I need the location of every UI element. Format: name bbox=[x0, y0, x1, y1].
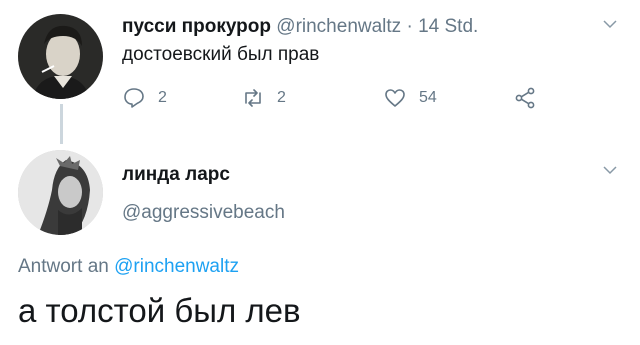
reply-button[interactable]: 2 bbox=[122, 86, 167, 110]
author-name[interactable]: пусси прокурор bbox=[122, 16, 271, 37]
share-button[interactable] bbox=[513, 86, 549, 110]
like-button[interactable]: 54 bbox=[383, 86, 437, 110]
retweet-count: 2 bbox=[277, 89, 286, 106]
tweet-text: достоевский был прав bbox=[122, 44, 320, 65]
reply-text: а толстой был лев bbox=[18, 292, 301, 329]
retweet-button[interactable]: 2 bbox=[241, 86, 286, 110]
retweet-icon bbox=[245, 89, 261, 107]
tweet-timestamp[interactable]: 14 Std. bbox=[418, 16, 478, 37]
author-handle[interactable]: @rinchenwaltz bbox=[276, 16, 401, 37]
separator-dot: · bbox=[406, 16, 413, 37]
like-count: 54 bbox=[419, 89, 437, 106]
share-icon bbox=[515, 87, 535, 109]
tweet-header: пусси прокурор @rinchenwaltz · 14 Std. bbox=[122, 16, 478, 38]
reply-count: 2 bbox=[158, 89, 167, 106]
reply-author-avatar-image bbox=[18, 150, 103, 235]
replying-to: Antwort an @rinchenwaltz bbox=[18, 256, 239, 278]
replying-to-mention[interactable]: @rinchenwaltz bbox=[114, 256, 239, 277]
thread-line bbox=[60, 104, 63, 144]
reply-author-name[interactable]: линда ларс bbox=[122, 164, 230, 186]
author-avatar[interactable] bbox=[18, 14, 103, 99]
like-icon bbox=[385, 89, 405, 107]
reply-author-handle[interactable]: @aggressivebeach bbox=[122, 202, 285, 224]
chevron-down-icon[interactable] bbox=[602, 16, 618, 32]
reply-icon bbox=[124, 88, 144, 108]
chevron-down-icon[interactable] bbox=[602, 162, 618, 178]
author-avatar-image bbox=[18, 14, 103, 99]
reply-author-avatar[interactable] bbox=[18, 150, 103, 235]
replying-to-label: Antwort an bbox=[18, 256, 109, 277]
